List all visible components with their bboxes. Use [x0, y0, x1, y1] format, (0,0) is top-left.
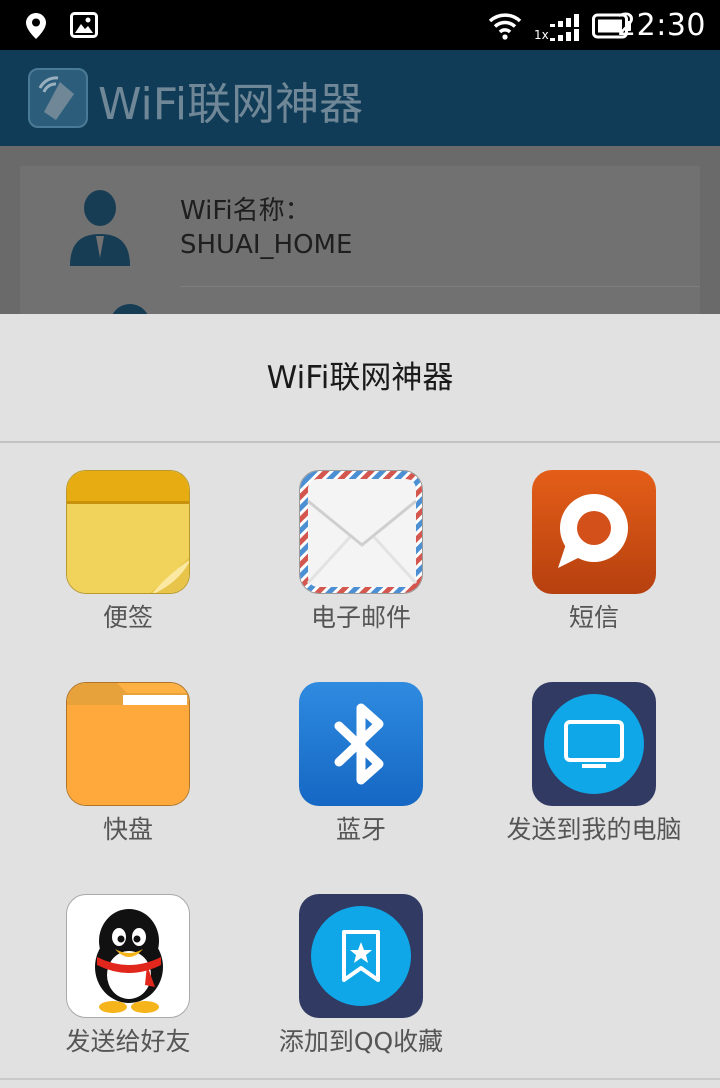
- image-notification-icon: [70, 12, 98, 38]
- status-bar: 1x 22:30: [0, 0, 720, 50]
- share-item-qq-favorites[interactable]: 添加到QQ收藏: [241, 894, 481, 1088]
- folder-icon: [66, 682, 190, 806]
- share-item-notes[interactable]: 便签: [8, 470, 248, 670]
- share-item-sms[interactable]: 短信: [474, 470, 714, 670]
- qq-icon: [66, 894, 190, 1018]
- share-item-label: 电子邮件: [310, 603, 411, 632]
- send-to-pc-icon: [532, 682, 656, 806]
- notes-icon: [66, 470, 190, 594]
- wifi-info-card: WiFi名称： SHUAI_HOME: [20, 166, 700, 326]
- network-type-label: 1x: [534, 28, 549, 42]
- card-divider: [180, 286, 700, 287]
- user-avatar-icon: [70, 190, 130, 266]
- share-item-send-to-pc[interactable]: 发送到我的电脑: [474, 682, 714, 882]
- share-item-bluetooth[interactable]: 蓝牙: [241, 682, 481, 882]
- share-item-label: 快盘: [102, 815, 153, 844]
- share-item-label: 发送到我的电脑: [506, 815, 682, 844]
- app-title: WiFi联网神器: [98, 79, 364, 130]
- clock: 22:30: [617, 8, 706, 43]
- share-item-label: 蓝牙: [335, 815, 386, 844]
- share-item-label: 短信: [568, 603, 619, 632]
- signal-icon: [550, 14, 579, 41]
- sms-icon: [532, 470, 656, 594]
- share-item-label: 发送给好友: [65, 1027, 191, 1056]
- main-content: WiFi名称： SHUAI_HOME: [0, 146, 720, 326]
- email-icon: [299, 470, 423, 594]
- wifi-name-label: WiFi名称：: [180, 196, 311, 226]
- app-bar: WiFi联网神器: [0, 50, 720, 146]
- bluetooth-icon: [299, 682, 423, 806]
- share-sheet-title: WiFi联网神器: [266, 360, 454, 396]
- share-item-email[interactable]: 电子邮件: [241, 470, 481, 670]
- share-item-label: 便签: [102, 603, 153, 632]
- location-icon: [26, 13, 46, 39]
- wifi-icon: [488, 13, 522, 40]
- app-logo-icon: [28, 68, 88, 128]
- qq-favorites-icon: [299, 894, 423, 1018]
- sheet-bottom-divider: [0, 1078, 720, 1080]
- sheet-divider: [0, 441, 720, 443]
- share-sheet: WiFi联网神器 便签 电子邮件 短信 快盘 蓝牙 发送到我的电脑 发送给好友 …: [0, 314, 720, 1088]
- share-item-kuaipan[interactable]: 快盘: [8, 682, 248, 882]
- wifi-name-value: SHUAI_HOME: [180, 230, 353, 260]
- share-item-label: 添加到QQ收藏: [278, 1027, 444, 1056]
- share-item-qq-friend[interactable]: 发送给好友: [8, 894, 248, 1088]
